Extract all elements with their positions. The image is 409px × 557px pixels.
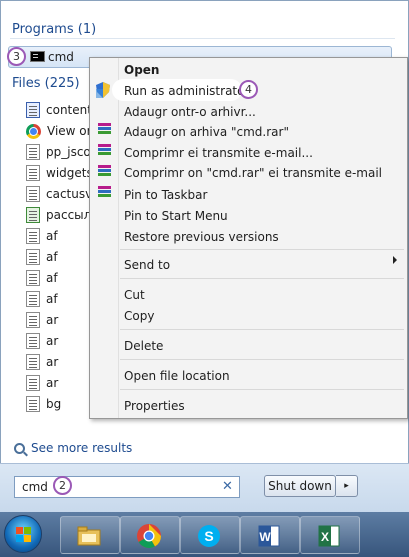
menu-item-copy[interactable]: Copy: [124, 309, 154, 323]
menu-separator: [120, 329, 404, 330]
menu-separator: [120, 249, 404, 250]
text-file-icon: [26, 291, 40, 307]
file-label: af: [46, 229, 58, 243]
svg-text:S: S: [204, 528, 213, 544]
text-file-icon: [26, 354, 40, 370]
skype-icon: S: [198, 525, 220, 547]
context-menu: Open Run as administrator Adaugr ontr-o …: [89, 57, 408, 419]
file-item[interactable]: af: [26, 226, 58, 246]
file-item[interactable]: content: [26, 100, 92, 120]
file-item[interactable]: bg: [26, 394, 61, 414]
file-item[interactable]: af: [26, 268, 58, 288]
menu-item-add-to-archive[interactable]: Adaugr ontr-o arhivr...: [124, 105, 256, 119]
winrar-icon: [98, 144, 111, 157]
menu-item-delete[interactable]: Delete: [124, 339, 163, 353]
file-label: widgets: [46, 166, 93, 180]
file-label: ar: [46, 355, 59, 369]
file-label: bg: [46, 397, 62, 411]
menu-item-pin-to-taskbar[interactable]: Pin to Taskbar: [124, 188, 207, 202]
green-doc-icon: [26, 207, 40, 223]
menu-item-properties[interactable]: Properties: [124, 399, 185, 413]
file-item[interactable]: ar: [26, 373, 58, 393]
menu-separator: [120, 389, 404, 390]
file-label: ar: [46, 334, 59, 348]
text-file-icon: [26, 228, 40, 244]
program-item-label: cmd: [48, 50, 74, 64]
file-item[interactable]: af: [26, 247, 58, 267]
text-file-icon: [26, 249, 40, 265]
menu-item-add-to-cmd-rar[interactable]: Adaugr on arhiva "cmd.rar": [124, 125, 289, 139]
windows-logo-icon: [16, 527, 32, 543]
start-button[interactable]: [4, 515, 42, 553]
winrar-icon: [98, 186, 111, 199]
text-file-icon: [26, 375, 40, 391]
shut-down-button[interactable]: Shut down: [264, 475, 336, 497]
chrome-icon: [26, 123, 41, 139]
menu-item-run-as-administrator[interactable]: Run as administrator: [124, 84, 249, 98]
see-more-results-link[interactable]: See more results: [14, 441, 132, 455]
excel-icon: X: [318, 525, 340, 547]
chrome-icon: [137, 524, 161, 549]
file-label: af: [46, 271, 58, 285]
text-file-icon: [26, 312, 40, 328]
menu-item-compress-cmd-rar-and-email[interactable]: Comprimr on "cmd.rar" ei transmite e-mai…: [124, 166, 382, 180]
svg-text:W: W: [259, 530, 271, 544]
submenu-arrow-icon: [393, 256, 397, 264]
word-doc-icon: [26, 102, 40, 118]
file-item[interactable]: ar: [26, 310, 58, 330]
file-label: af: [46, 292, 58, 306]
step-badge: 2: [53, 476, 72, 495]
uac-shield-icon: [96, 82, 110, 98]
step-badge: 4: [239, 80, 258, 99]
file-item[interactable]: View or: [26, 121, 92, 141]
winrar-icon: [98, 165, 111, 178]
menu-item-compress-and-email[interactable]: Comprimr ei transmite e-mail...: [124, 146, 313, 160]
file-item[interactable]: widgets: [26, 163, 93, 183]
cmd-icon: [30, 51, 45, 62]
menu-item-pin-to-start-menu[interactable]: Pin to Start Menu: [124, 209, 228, 223]
menu-item-open[interactable]: Open: [124, 63, 159, 77]
text-file-icon: [26, 186, 40, 202]
file-label: ar: [46, 313, 59, 327]
file-label: ar: [46, 376, 59, 390]
word-icon: W: [258, 525, 280, 547]
programs-divider: [10, 38, 395, 39]
menu-item-open-file-location[interactable]: Open file location: [124, 369, 230, 383]
text-file-icon: [26, 396, 40, 412]
menu-separator: [120, 278, 404, 279]
file-item[interactable]: ar: [26, 352, 58, 372]
clear-search-icon[interactable]: ✕: [222, 479, 233, 494]
file-label: View or: [47, 124, 92, 138]
file-item[interactable]: af: [26, 289, 58, 309]
step-badge: 3: [7, 47, 26, 66]
menu-separator: [120, 359, 404, 360]
file-label: content: [46, 103, 92, 117]
text-file-icon: [26, 270, 40, 286]
file-explorer-icon: [77, 526, 101, 546]
file-label: af: [46, 250, 58, 264]
search-icon: [14, 442, 25, 454]
svg-text:X: X: [321, 530, 329, 544]
text-file-icon: [26, 333, 40, 349]
menu-item-restore-previous-versions[interactable]: Restore previous versions: [124, 230, 279, 244]
search-input-value: cmd: [22, 480, 48, 494]
winrar-icon: [98, 123, 111, 136]
text-file-icon: [26, 165, 40, 181]
menu-item-cut[interactable]: Cut: [124, 288, 145, 302]
see-more-label: See more results: [31, 441, 133, 455]
text-file-icon: [26, 144, 40, 160]
menu-item-send-to[interactable]: Send to: [124, 258, 170, 272]
file-item[interactable]: ar: [26, 331, 58, 351]
programs-group-header: Programs (1): [12, 22, 97, 37]
files-group-header: Files (225): [12, 76, 80, 91]
file-item[interactable]: pp_jscoo: [26, 142, 98, 162]
shut-down-options-button[interactable]: ▸: [336, 475, 358, 497]
file-item[interactable]: рассылк: [26, 205, 99, 225]
